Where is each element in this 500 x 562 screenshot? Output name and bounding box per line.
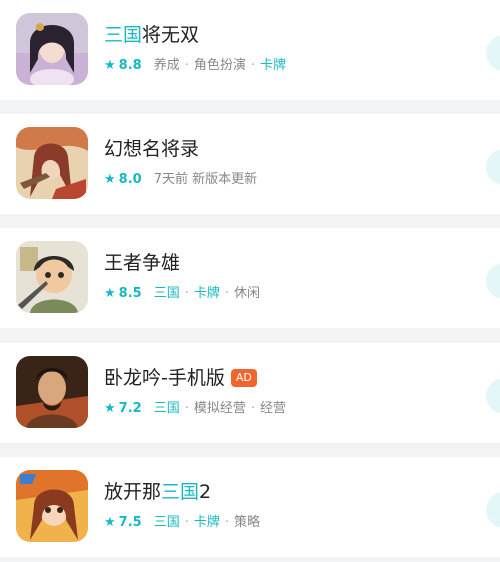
game-score: 8.5 [118,286,142,301]
download-button[interactable] [486,263,500,299]
star-icon: ★ [104,401,116,416]
game-info: 王者争雄 ★ 8.5 三国 · 卡牌 · 休闲 [104,250,460,303]
separator-dot: · [224,286,229,301]
game-list-item[interactable]: 幻想名将录 ★ 8.0 7天前 新版本更新 [0,114,500,214]
game-score: 7.5 [118,515,142,530]
game-list: 三国 将无双 ★ 8.8 养成 · 角色扮演 · 卡牌 幻想名将录 ★ 8.0 … [0,0,500,562]
game-info: 三国 将无双 ★ 8.8 养成 · 角色扮演 · 卡牌 [104,22,460,75]
game-icon[interactable] [16,127,88,199]
game-tag: 经营 [260,401,287,416]
game-list-item[interactable]: 王者争雄 ★ 8.5 三国 · 卡牌 · 休闲 [0,228,500,328]
game-score: 7.2 [118,401,142,416]
separator-dot: · [184,515,189,530]
star-icon: ★ [104,286,116,301]
game-tag[interactable]: 三国 [154,285,180,303]
star-icon: ★ [104,172,116,187]
separator-dot: · [184,401,189,416]
separator-dot: · [184,58,189,73]
game-meta: ★ 7.2 三国 · 模拟经营 · 经营 [104,400,460,418]
download-button[interactable] [486,35,500,71]
game-tag[interactable]: 卡牌 [194,514,220,532]
game-title[interactable]: 三国 将无双 [104,22,460,48]
game-icon[interactable] [16,470,88,542]
game-tag[interactable]: 三国 [154,400,180,418]
game-score: 8.8 [118,58,142,73]
ad-badge: AD [230,369,257,387]
title-text: 王者争雄 [104,252,181,274]
game-tag: 休闲 [234,286,261,301]
game-title[interactable]: 幻想名将录 [104,136,460,162]
game-meta: ★ 7.5 三国 · 卡牌 · 策略 [104,514,460,532]
download-button[interactable] [486,378,500,414]
game-tag[interactable]: 卡牌 [260,57,286,75]
game-info: 放开那 三国 2 ★ 7.5 三国 · 卡牌 · 策略 [104,479,460,532]
game-tag: 养成 [153,58,180,73]
game-title[interactable]: 卧龙吟-手机版 AD [104,365,460,391]
game-score: 8.0 [118,172,142,187]
game-title[interactable]: 放开那 三国 2 [104,479,460,505]
separator-dot: · [250,58,255,73]
separator-dot: · [224,515,229,530]
game-icon[interactable] [16,356,88,428]
title-text: 2 [199,481,212,503]
game-tag: 策略 [234,515,261,530]
title-text: 卧龙吟-手机版 [104,367,225,389]
game-tag: 角色扮演 [193,58,246,73]
download-button[interactable] [486,492,500,528]
game-info: 卧龙吟-手机版 AD ★ 7.2 三国 · 模拟经营 · 经营 [104,365,460,418]
title-text: 幻想名将录 [104,138,200,160]
game-info: 幻想名将录 ★ 8.0 7天前 新版本更新 [104,136,460,189]
game-meta: ★ 8.5 三国 · 卡牌 · 休闲 [104,285,460,303]
star-icon: ★ [104,515,116,530]
separator-dot: · [250,401,255,416]
game-list-item[interactable]: 三国 将无双 ★ 8.8 养成 · 角色扮演 · 卡牌 [0,0,500,100]
game-tag: 模拟经营 [193,401,246,416]
title-text: 将无双 [142,24,200,46]
game-list-item[interactable]: 卧龙吟-手机版 AD ★ 7.2 三国 · 模拟经营 · 经营 [0,343,500,443]
update-status: 7天前 新版本更新 [153,172,258,187]
game-tag[interactable]: 三国 [154,514,180,532]
game-meta: ★ 8.0 7天前 新版本更新 [104,171,460,189]
title-text: 放开那 [104,481,162,503]
game-meta: ★ 8.8 养成 · 角色扮演 · 卡牌 [104,57,460,75]
game-tag[interactable]: 卡牌 [194,285,220,303]
game-list-item[interactable]: 放开那 三国 2 ★ 7.5 三国 · 卡牌 · 策略 [0,457,500,557]
separator-dot: · [184,286,189,301]
game-icon[interactable] [16,13,88,85]
download-button[interactable] [486,149,500,185]
star-icon: ★ [104,58,116,73]
game-title[interactable]: 王者争雄 [104,250,460,276]
game-icon[interactable] [16,241,88,313]
title-highlight: 三国 [104,24,143,46]
title-highlight: 三国 [161,481,200,503]
